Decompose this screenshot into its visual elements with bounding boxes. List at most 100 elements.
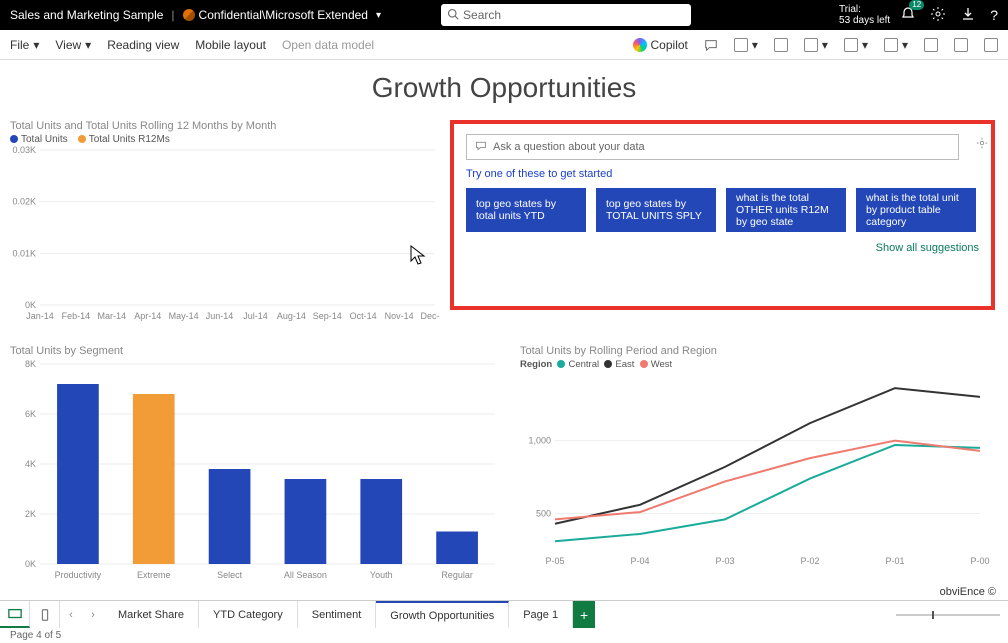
tab-growth-opportunities[interactable]: Growth Opportunities — [376, 601, 509, 628]
svg-text:All Season: All Season — [284, 570, 327, 580]
file-menu[interactable]: File▾ — [10, 38, 39, 52]
legend-dot-teal — [557, 360, 565, 368]
open-data-model-button[interactable]: Open data model — [282, 38, 374, 52]
reading-view-button[interactable]: Reading view — [107, 38, 179, 52]
sensitivity-label[interactable]: Confidential\Microsoft Extended ▾ — [183, 8, 381, 22]
svg-text:P-04: P-04 — [630, 556, 649, 566]
qna-visual[interactable]: Ask a question about your data Try one o… — [450, 120, 995, 310]
svg-text:Feb-14: Feb-14 — [62, 311, 91, 321]
chart2-title: Total Units by Segment — [10, 345, 500, 357]
chart3-svg: 5001,000P-05P-04P-03P-02P-01P-00 — [520, 370, 990, 570]
svg-text:Extreme: Extreme — [137, 570, 171, 580]
svg-text:May-14: May-14 — [169, 311, 199, 321]
svg-text:Aug-14: Aug-14 — [277, 311, 306, 321]
ribbon-action-8[interactable] — [984, 38, 998, 52]
chart1-legend: Total Units Total Units R12Ms — [10, 134, 440, 145]
notifications-icon[interactable]: 12 — [900, 6, 916, 25]
svg-text:Jul-14: Jul-14 — [243, 311, 268, 321]
ribbon-action-7[interactable] — [954, 38, 968, 52]
report-title: Sales and Marketing Sample — [10, 8, 163, 22]
report-canvas: Growth Opportunities Total Units and Tot… — [0, 60, 1008, 600]
chat-icon[interactable] — [704, 38, 718, 52]
tab-ytd-category[interactable]: YTD Category — [199, 601, 298, 628]
line-chart-units-by-region[interactable]: Total Units by Rolling Period and Region… — [520, 345, 990, 585]
bar-chart-units-by-segment[interactable]: Total Units by Segment 0K2K4K6K8KProduct… — [10, 345, 500, 585]
svg-text:Select: Select — [217, 570, 243, 580]
legend-dot-black — [604, 360, 612, 368]
legend-dot-blue — [10, 135, 18, 143]
page-indicator: Page 4 of 5 — [10, 630, 61, 641]
page-title: Growth Opportunities — [10, 72, 998, 104]
svg-text:500: 500 — [536, 509, 551, 519]
mobile-layout-icon[interactable] — [30, 601, 60, 628]
qna-suggestions: top geo states by total units YTD top ge… — [466, 188, 979, 232]
svg-text:P-03: P-03 — [715, 556, 734, 566]
obvience-credit: obviEnce © — [940, 586, 996, 598]
tab-sentiment[interactable]: Sentiment — [298, 601, 377, 628]
mobile-layout-button[interactable]: Mobile layout — [195, 38, 266, 52]
svg-text:P-00: P-00 — [970, 556, 989, 566]
svg-text:Sep-14: Sep-14 — [313, 311, 342, 321]
chart3-legend: Region Central East West — [520, 359, 990, 370]
tab-next-icon[interactable]: › — [82, 601, 104, 628]
search-placeholder: Search — [463, 8, 501, 22]
add-page-button[interactable]: + — [573, 601, 595, 628]
svg-text:8K: 8K — [25, 359, 36, 369]
svg-text:Regular: Regular — [441, 570, 473, 580]
copilot-icon — [633, 38, 647, 52]
line-chart-units-by-month[interactable]: Total Units and Total Units Rolling 12 M… — [10, 120, 440, 330]
tab-prev-icon[interactable]: ‹ — [60, 601, 82, 628]
svg-text:Nov-14: Nov-14 — [385, 311, 414, 321]
search-input[interactable]: Search — [441, 4, 691, 26]
qna-suggestion-3[interactable]: what is the total OTHER units R12M by ge… — [726, 188, 846, 232]
ribbon-action-6[interactable] — [924, 38, 938, 52]
ribbon-action-2[interactable] — [774, 38, 788, 52]
chart3-title: Total Units by Rolling Period and Region — [520, 345, 990, 357]
qna-suggestion-1[interactable]: top geo states by total units YTD — [466, 188, 586, 232]
svg-text:Jun-14: Jun-14 — [206, 311, 234, 321]
page-tabs: ‹ › Market Share YTD Category Sentiment … — [0, 600, 1008, 628]
svg-text:6K: 6K — [25, 409, 36, 419]
svg-text:Dec-14: Dec-14 — [420, 311, 440, 321]
ribbon-action-1[interactable]: ▾ — [734, 38, 758, 52]
tab-market-share[interactable]: Market Share — [104, 601, 199, 628]
ribbon-action-5[interactable]: ▾ — [884, 38, 908, 52]
help-icon[interactable]: ? — [990, 7, 998, 23]
svg-text:P-02: P-02 — [800, 556, 819, 566]
qna-input[interactable]: Ask a question about your data — [466, 134, 959, 160]
tab-page-1[interactable]: Page 1 — [509, 601, 573, 628]
svg-text:0K: 0K — [25, 559, 36, 569]
svg-text:Jan-14: Jan-14 — [26, 311, 54, 321]
legend-dot-orange — [78, 135, 86, 143]
trial-status[interactable]: Trial: 53 days left — [839, 4, 890, 26]
ribbon-action-4[interactable]: ▾ — [844, 38, 868, 52]
sensitivity-icon — [183, 9, 195, 21]
svg-text:4K: 4K — [25, 459, 36, 469]
view-menu[interactable]: View▾ — [55, 38, 91, 52]
settings-icon[interactable] — [930, 6, 946, 25]
svg-text:0.01K: 0.01K — [12, 248, 36, 258]
qna-suggestion-4[interactable]: what is the total unit by product table … — [856, 188, 976, 232]
chart1-svg: 0K0.01K0.02K0.03KJan-14Feb-14Mar-14Apr-1… — [10, 145, 440, 325]
zoom-slider[interactable] — [888, 601, 1008, 628]
svg-text:P-05: P-05 — [545, 556, 564, 566]
svg-text:Oct-14: Oct-14 — [350, 311, 377, 321]
ribbon-action-3[interactable]: ▾ — [804, 38, 828, 52]
qna-suggestion-2[interactable]: top geo states by TOTAL UNITS SPLY — [596, 188, 716, 232]
svg-text:Apr-14: Apr-14 — [134, 311, 161, 321]
qna-hint: Try one of these to get started — [466, 168, 979, 180]
qna-settings-icon[interactable] — [975, 136, 989, 153]
chat-bubble-icon — [475, 140, 487, 155]
copilot-button[interactable]: Copilot — [633, 38, 688, 52]
show-all-suggestions-link[interactable]: Show all suggestions — [466, 242, 979, 254]
chart1-title: Total Units and Total Units Rolling 12 M… — [10, 120, 440, 132]
svg-text:1,000: 1,000 — [528, 436, 551, 446]
svg-text:0.02K: 0.02K — [12, 197, 36, 207]
download-icon[interactable] — [960, 6, 976, 25]
notification-badge: 12 — [909, 0, 924, 10]
chevron-down-icon: ▾ — [376, 10, 381, 21]
app-topbar: Sales and Marketing Sample | Confidentia… — [0, 0, 1008, 30]
search-icon — [447, 8, 459, 23]
desktop-layout-icon[interactable] — [0, 601, 30, 628]
ribbon-toolbar: File▾ View▾ Reading view Mobile layout O… — [0, 30, 1008, 60]
